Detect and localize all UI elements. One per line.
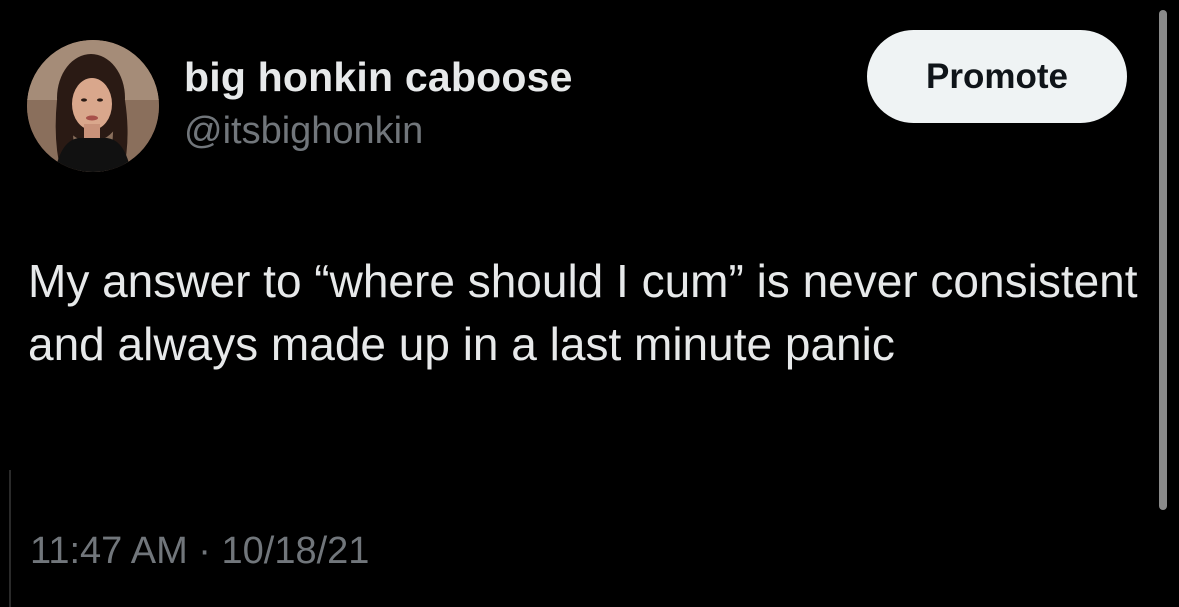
avatar[interactable] bbox=[27, 40, 159, 172]
tweet-timestamp[interactable]: 11:47 AM · 10/18/21 bbox=[30, 530, 369, 573]
avatar-image bbox=[27, 40, 159, 172]
user-handle[interactable]: @itsbighonkin bbox=[184, 110, 423, 153]
scrollbar[interactable] bbox=[1159, 10, 1167, 510]
display-name[interactable]: big honkin caboose bbox=[184, 54, 573, 101]
tweet-text: My answer to “where should I cum” is nev… bbox=[28, 255, 1151, 370]
thread-divider bbox=[9, 470, 11, 607]
promote-button[interactable]: Promote bbox=[867, 30, 1127, 123]
tweet-card: big honkin caboose @itsbighonkin Promote… bbox=[0, 0, 1179, 607]
